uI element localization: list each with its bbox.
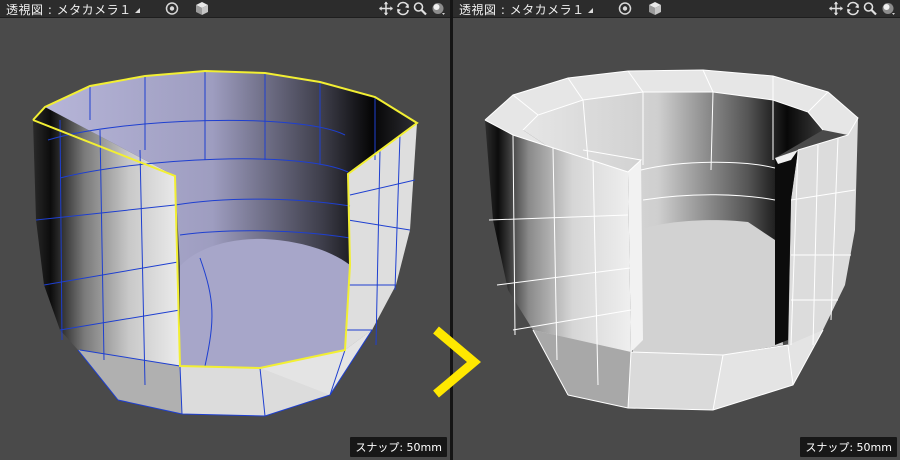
pan-icon[interactable] [828, 1, 844, 16]
cube-icon[interactable] [647, 1, 663, 16]
target-icon[interactable] [617, 1, 633, 16]
snap-status: スナップ: 50mm [350, 437, 447, 457]
cube-icon[interactable] [194, 1, 210, 16]
viewport-left[interactable]: 透視図 : メタカメラ１ スナップ: 50mm [0, 0, 450, 460]
viewport-title[interactable]: 透視図 : メタカメラ１ [6, 1, 140, 18]
floor-selected[interactable] [180, 238, 350, 368]
viewport-title-bar: 透視図 : メタカメラ１ [453, 0, 900, 18]
viewport-title[interactable]: 透視図 : メタカメラ１ [459, 1, 593, 18]
rotate-icon[interactable] [395, 1, 411, 16]
model-view-left[interactable] [0, 18, 450, 460]
zoom-icon[interactable] [412, 1, 428, 16]
viewport-title-bar: 透視図 : メタカメラ１ [0, 0, 450, 18]
shading-sphere-icon[interactable] [430, 1, 446, 16]
viewport-menu-corner-icon[interactable] [134, 8, 140, 13]
outer-wall-right[interactable] [788, 118, 858, 355]
zoom-icon[interactable] [862, 1, 878, 16]
snap-status: スナップ: 50mm [800, 437, 897, 457]
cylinder-model-thickened[interactable] [484, 69, 859, 411]
cylinder-model-selected[interactable] [32, 69, 419, 417]
viewport-title-text: 透視図 : メタカメラ１ [6, 3, 132, 17]
floor[interactable] [633, 220, 783, 355]
viewport-menu-corner-icon[interactable] [587, 8, 593, 13]
target-icon[interactable] [164, 1, 180, 16]
chevron-right-arrow-icon [433, 326, 481, 398]
rotate-icon[interactable] [845, 1, 861, 16]
viewport-title-text: 透視図 : メタカメラ１ [459, 3, 585, 17]
model-view-right[interactable] [453, 18, 900, 460]
shading-sphere-icon[interactable] [880, 1, 896, 16]
viewport-right[interactable]: 透視図 : メタカメラ１ スナップ: 50mm [453, 0, 900, 460]
pan-icon[interactable] [378, 1, 394, 16]
